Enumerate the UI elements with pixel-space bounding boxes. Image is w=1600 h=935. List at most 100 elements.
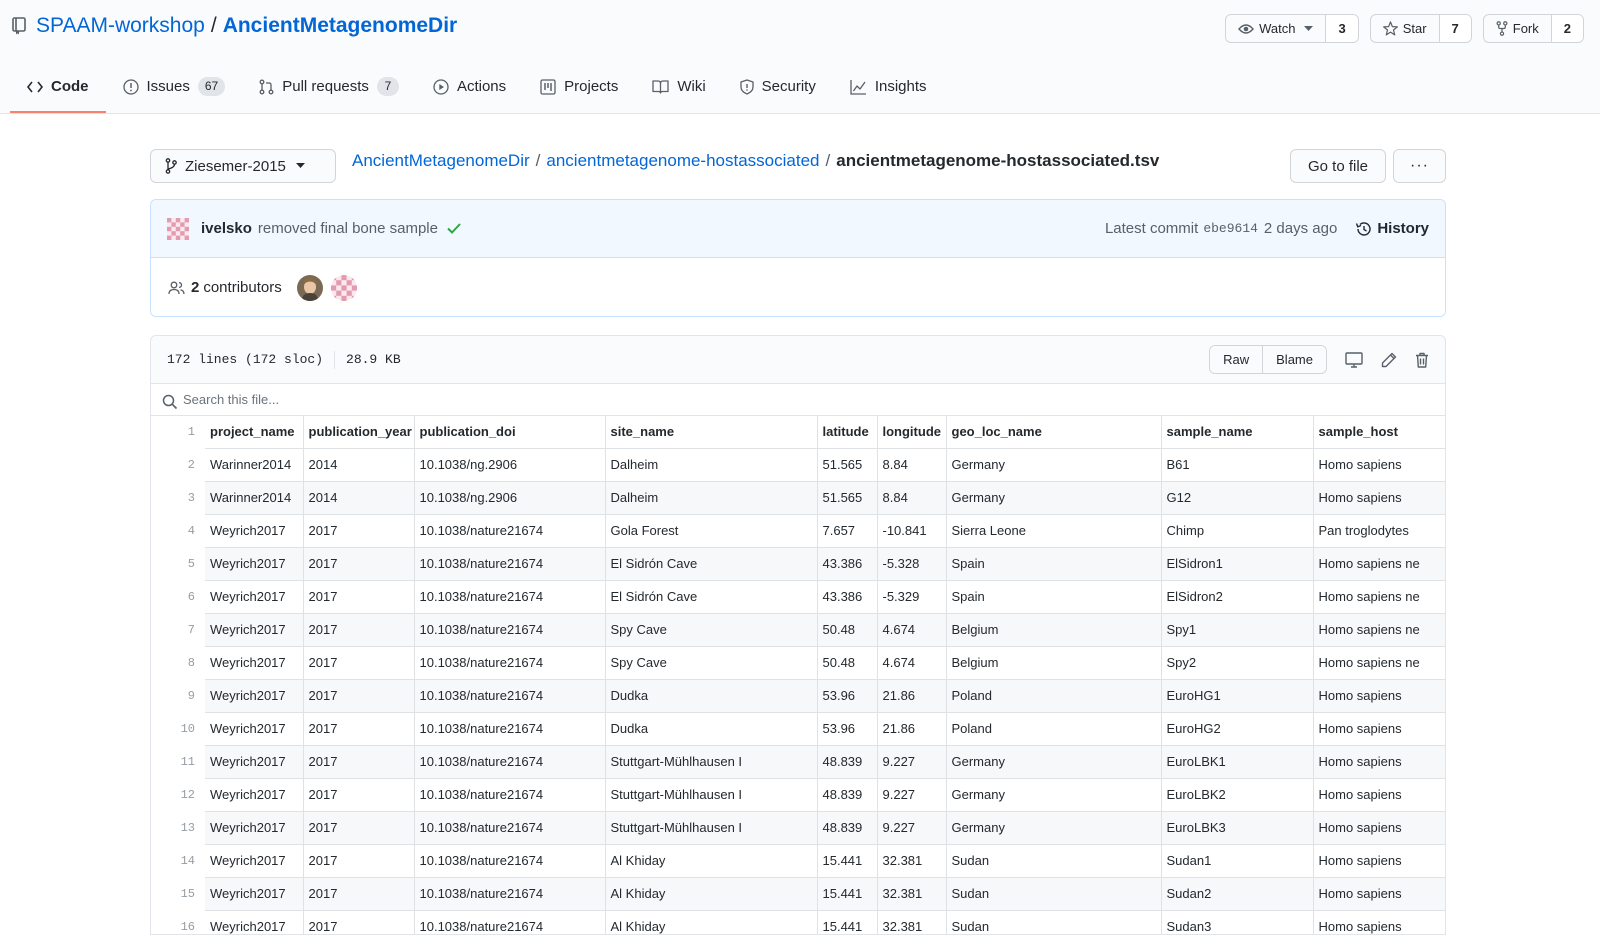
table-cell: 2017 bbox=[302, 645, 415, 680]
table-cell: Weyrich2017 bbox=[205, 876, 304, 911]
tab-actions-label: Actions bbox=[456, 78, 507, 95]
branch-select-button[interactable]: Ziesemer-2015 bbox=[150, 149, 336, 183]
trash-icon[interactable] bbox=[1415, 352, 1429, 368]
table-cell: Stuttgart-Mühlhausen I bbox=[604, 744, 818, 779]
file-header: 172 lines (172 sloc) 28.9 KB Raw Blame bbox=[151, 336, 1445, 384]
line-number[interactable]: 5 bbox=[151, 547, 205, 580]
line-number[interactable]: 14 bbox=[151, 844, 205, 877]
go-to-file-button[interactable]: Go to file bbox=[1289, 149, 1386, 183]
table-row: Weyrich2017 2017 10.1038/nature21674 El Sid… bbox=[205, 546, 1445, 581]
tab-wiki[interactable]: Wiki bbox=[635, 62, 722, 113]
table-cell: 10.1038/nature21674 bbox=[413, 744, 606, 779]
table-cell: 2014 bbox=[302, 480, 415, 515]
tab-projects[interactable]: Projects bbox=[523, 62, 635, 113]
search-icon bbox=[162, 394, 178, 409]
table-cell: Homo sapiens bbox=[1312, 447, 1445, 482]
tab-code[interactable]: Code bbox=[10, 62, 106, 113]
fork-count[interactable]: 2 bbox=[1551, 15, 1583, 42]
contributors-count[interactable]: 2 bbox=[191, 279, 199, 296]
line-number[interactable]: 2 bbox=[151, 448, 205, 481]
table-cell: -5.328 bbox=[876, 546, 947, 581]
table-cell: EuroLBK2 bbox=[1160, 777, 1314, 812]
author-avatar[interactable] bbox=[167, 217, 189, 240]
commit-message[interactable]: removed final bone sample bbox=[258, 220, 438, 237]
table-row: Weyrich2017 2017 10.1038/nature21674 El Sid… bbox=[205, 579, 1445, 614]
search-file-input[interactable]: Search this file... bbox=[151, 384, 1445, 416]
star-button[interactable]: Star bbox=[1371, 15, 1440, 42]
table-cell: Sierra Leone bbox=[945, 513, 1162, 548]
table-cell: Homo sapiens bbox=[1312, 843, 1445, 878]
line-number[interactable]: 11 bbox=[151, 745, 205, 778]
file-tools: Raw Blame bbox=[1209, 345, 1429, 374]
file-size: 28.9 KB bbox=[346, 352, 401, 367]
line-number[interactable]: 3 bbox=[151, 481, 205, 514]
table-cell: 7.657 bbox=[816, 513, 878, 548]
commit-author[interactable]: ivelsko bbox=[201, 220, 252, 237]
history-link[interactable]: History bbox=[1355, 220, 1429, 237]
pencil-icon[interactable] bbox=[1381, 352, 1397, 368]
table-cell: -5.329 bbox=[876, 579, 947, 614]
commit-sha[interactable]: ebe9614 bbox=[1203, 221, 1258, 236]
tab-security[interactable]: Security bbox=[723, 62, 833, 113]
line-number[interactable]: 8 bbox=[151, 646, 205, 679]
line-number[interactable]: 15 bbox=[151, 877, 205, 910]
breadcrumb-folder-link[interactable]: ancientmetagenome-hostassociated bbox=[546, 151, 819, 170]
file-info-divider bbox=[334, 350, 336, 369]
breadcrumb-root-link[interactable]: AncientMetagenomeDir bbox=[352, 151, 530, 170]
line-number[interactable]: 7 bbox=[151, 613, 205, 646]
line-number[interactable]: 13 bbox=[151, 811, 205, 844]
tab-pull-requests[interactable]: Pull requests 7 bbox=[242, 62, 416, 113]
table-row: Weyrich2017 2017 10.1038/nature21674 Al Khi… bbox=[205, 843, 1445, 878]
table-cell: 48.839 bbox=[816, 810, 878, 845]
issues-counter: 67 bbox=[197, 77, 226, 96]
repo-icon bbox=[12, 17, 26, 35]
table-row: Weyrich2017 2017 10.1038/nature21674 Stuttg… bbox=[205, 810, 1445, 845]
table-cell: El Sidrón Cave bbox=[604, 546, 818, 581]
line-number[interactable]: 1 bbox=[151, 416, 205, 448]
watch-count[interactable]: 3 bbox=[1326, 15, 1358, 42]
table-cell: 2017 bbox=[302, 579, 415, 614]
table-cell: 9.227 bbox=[876, 777, 947, 812]
contributors-label[interactable]: contributors bbox=[203, 279, 281, 296]
fork-button-group: Fork 2 bbox=[1482, 14, 1584, 43]
line-number[interactable]: 9 bbox=[151, 679, 205, 712]
tab-issues[interactable]: Issues 67 bbox=[106, 62, 243, 113]
table-cell: 21.86 bbox=[876, 711, 947, 746]
table-row: Warinner2014 2014 10.1038/ng.2906 Dalheim 51… bbox=[205, 480, 1445, 515]
line-number[interactable]: 4 bbox=[151, 514, 205, 547]
repo-name-link[interactable]: AncientMetagenomeDir bbox=[223, 14, 458, 38]
line-number[interactable]: 10 bbox=[151, 712, 205, 745]
desktop-icon[interactable] bbox=[1345, 351, 1363, 368]
repo-actions: Watch 3 Star 7 Fork 2 bbox=[1225, 14, 1584, 43]
fork-button[interactable]: Fork bbox=[1484, 15, 1552, 42]
tab-actions[interactable]: Actions bbox=[416, 62, 523, 113]
table-cell: Weyrich2017 bbox=[205, 810, 304, 845]
table-cell: 2017 bbox=[302, 711, 415, 746]
branch-icon bbox=[165, 158, 177, 174]
table-cell: Homo sapiens ne bbox=[1312, 645, 1445, 680]
watch-button[interactable]: Watch bbox=[1226, 15, 1327, 42]
fork-icon bbox=[1496, 21, 1508, 36]
tsv-table: project_name publication_year publication_… bbox=[205, 416, 1445, 934]
repo-owner-link[interactable]: SPAAM-workshop bbox=[36, 14, 205, 38]
contributor-avatar[interactable] bbox=[330, 274, 357, 301]
table-cell: Homo sapiens bbox=[1312, 480, 1445, 515]
more-options-button[interactable]: ··· bbox=[1393, 149, 1446, 183]
contributor-avatar[interactable] bbox=[296, 274, 323, 301]
table-cell: Weyrich2017 bbox=[205, 612, 304, 647]
table-cell: 10.1038/nature21674 bbox=[413, 777, 606, 812]
table-cell: EuroLBK1 bbox=[1160, 744, 1314, 779]
tab-insights[interactable]: Insights bbox=[833, 62, 944, 113]
table-cell: 10.1038/nature21674 bbox=[413, 711, 606, 746]
table-cell: ElSidron2 bbox=[1160, 579, 1314, 614]
raw-button[interactable]: Raw bbox=[1210, 346, 1263, 373]
table-row: Weyrich2017 2017 10.1038/nature21674 Stuttg… bbox=[205, 744, 1445, 779]
pull-requests-counter: 7 bbox=[376, 77, 399, 96]
blame-button[interactable]: Blame bbox=[1262, 346, 1326, 373]
line-number[interactable]: 12 bbox=[151, 778, 205, 811]
star-count[interactable]: 7 bbox=[1439, 15, 1471, 42]
table-cell: 2017 bbox=[302, 843, 415, 878]
line-number[interactable]: 6 bbox=[151, 580, 205, 613]
table-cell: 4.674 bbox=[876, 612, 947, 647]
check-icon bbox=[447, 223, 461, 234]
